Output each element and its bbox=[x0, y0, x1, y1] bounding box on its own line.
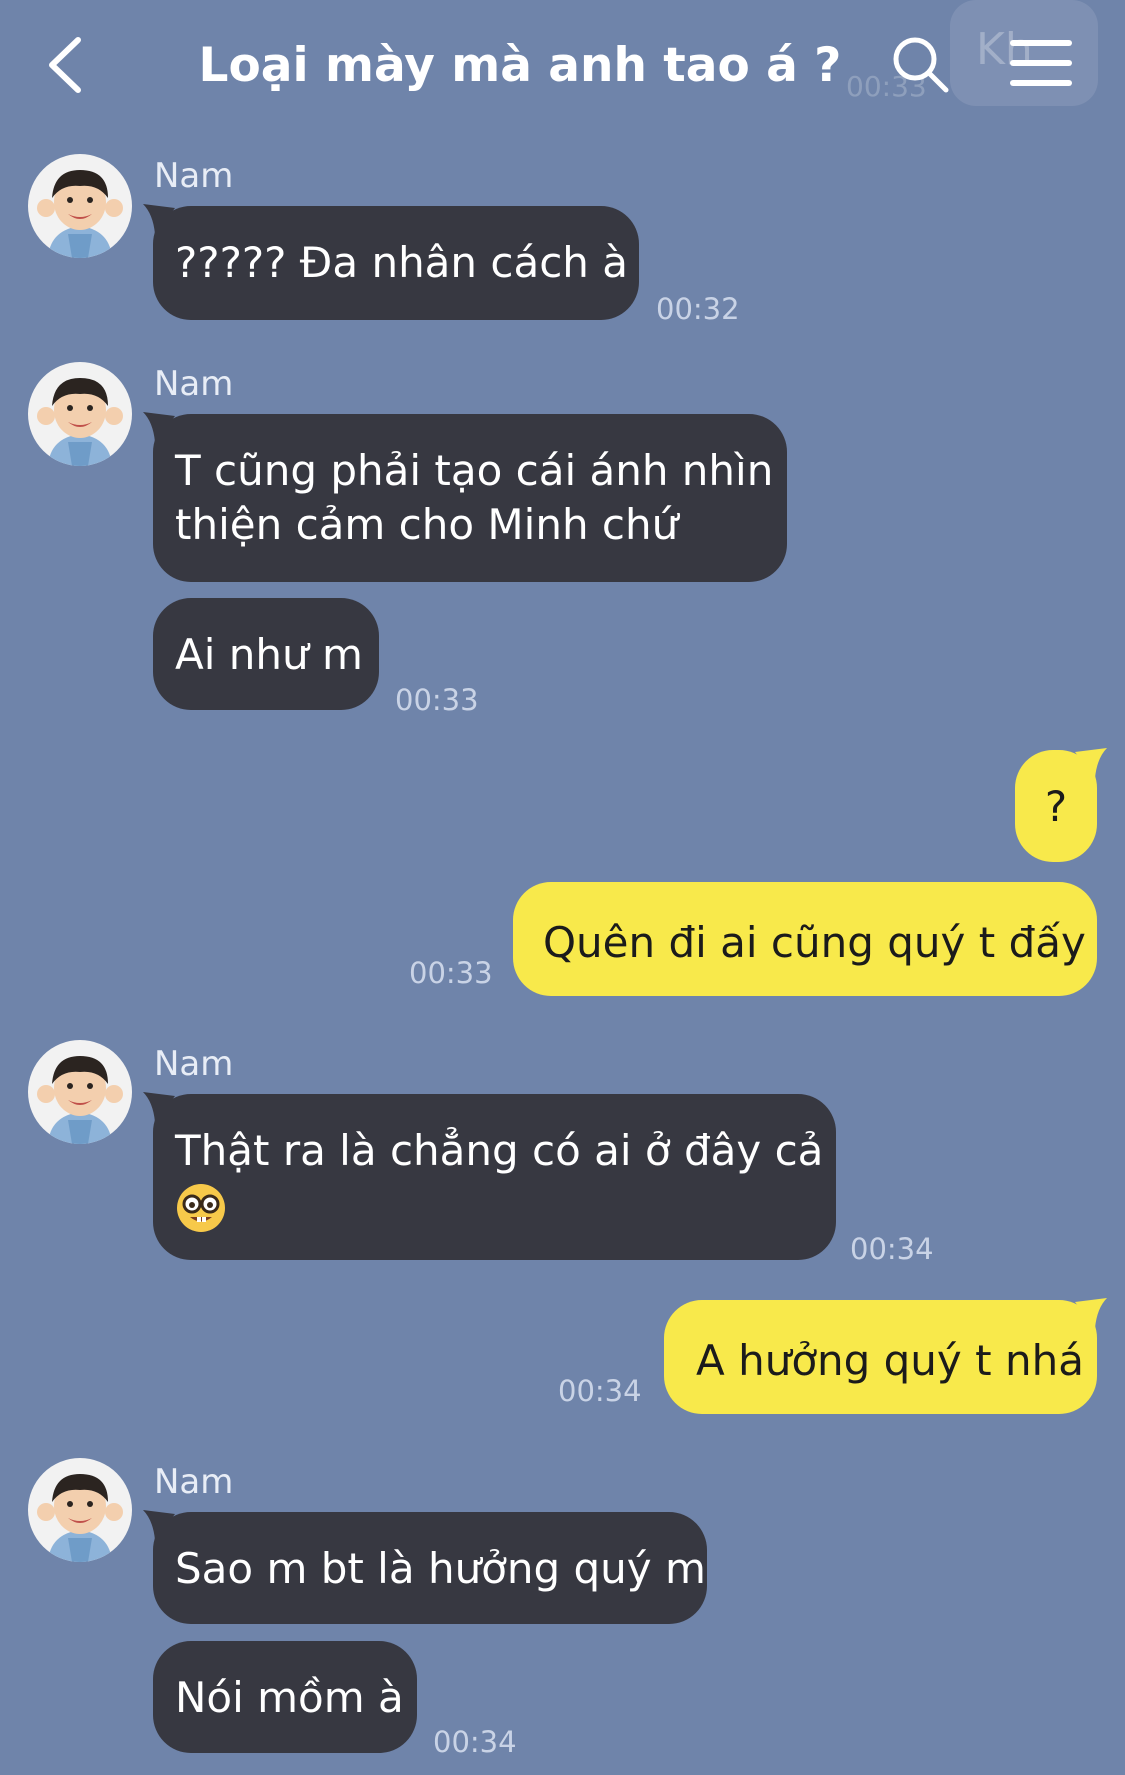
nerd-face-icon bbox=[177, 1183, 225, 1232]
avatar-image bbox=[28, 1458, 132, 1562]
incoming-message-bubble[interactable]: Thật ra là chẳng có ai ở đây cả bbox=[143, 1092, 836, 1260]
avatar-image bbox=[28, 1040, 132, 1144]
bubble-tail bbox=[143, 412, 175, 442]
message-time: 00:34 bbox=[558, 1374, 642, 1408]
chat-header: Loại mày mà anh tao á ? 00:33 Kh bbox=[0, 0, 1125, 130]
avatar[interactable] bbox=[28, 1040, 132, 1144]
message-time: 00:32 bbox=[656, 292, 740, 326]
outgoing-message-bubble[interactable]: Quên đi ai cũng quý t đấy bbox=[513, 882, 1097, 996]
message-text: ? bbox=[1044, 782, 1068, 831]
avatar[interactable] bbox=[28, 154, 132, 258]
bubble-tail bbox=[143, 204, 175, 234]
back-button[interactable] bbox=[38, 30, 98, 100]
message-time: 00:33 bbox=[409, 956, 493, 990]
bubble-tail bbox=[1075, 1298, 1107, 1328]
incoming-message-bubble[interactable]: Ai như m bbox=[153, 598, 379, 710]
search-button[interactable] bbox=[888, 32, 952, 96]
avatar[interactable] bbox=[28, 362, 132, 466]
message-text-line: T cũng phải tạo cái ánh nhìn bbox=[175, 446, 774, 495]
chat-title: Loại mày mà anh tao á ? bbox=[198, 38, 842, 93]
message-text-line: thiện cảm cho Minh chứ bbox=[175, 500, 679, 549]
message-time: 00:34 bbox=[433, 1725, 517, 1759]
message-text: ????? Đa nhân cách à bbox=[175, 238, 629, 287]
message-text-line: Thật ra là chẳng có ai ở đây cả bbox=[175, 1126, 824, 1175]
avatar-image bbox=[28, 362, 132, 466]
incoming-message-bubble[interactable]: ????? Đa nhân cách à bbox=[143, 204, 639, 320]
message-time: 00:34 bbox=[850, 1232, 934, 1266]
hamburger-menu-icon bbox=[1010, 40, 1072, 88]
sender-name: Nam bbox=[154, 1462, 234, 1502]
outgoing-message-bubble[interactable]: A hưởng quý t nhá bbox=[664, 1298, 1107, 1414]
search-icon bbox=[893, 37, 949, 93]
chevron-left-icon bbox=[49, 37, 81, 93]
message-text: Nói mồm à bbox=[175, 1673, 404, 1722]
sender-name: Nam bbox=[154, 364, 234, 404]
message-text: Sao m bt là hưởng quý m bbox=[175, 1544, 706, 1593]
outgoing-message-bubble[interactable]: ? bbox=[1015, 748, 1107, 862]
message-text: Quên đi ai cũng quý t đấy bbox=[543, 918, 1086, 967]
bubble-tail bbox=[1075, 748, 1107, 778]
message-text: A hưởng quý t nhá bbox=[696, 1336, 1084, 1385]
bubble-tail bbox=[143, 1092, 175, 1122]
incoming-message-bubble[interactable]: Nói mồm à bbox=[153, 1641, 417, 1753]
sender-name: Nam bbox=[154, 1044, 234, 1084]
incoming-message-bubble[interactable]: T cũng phải tạo cái ánh nhìn thiện cảm c… bbox=[143, 412, 787, 582]
avatar-image bbox=[28, 154, 132, 258]
avatar[interactable] bbox=[28, 1458, 132, 1562]
message-time: 00:33 bbox=[395, 683, 479, 717]
menu-button[interactable]: Kh bbox=[950, 0, 1098, 106]
message-text: Ai như m bbox=[175, 630, 363, 679]
incoming-message-bubble[interactable]: Sao m bt là hưởng quý m bbox=[143, 1510, 707, 1624]
bubble-tail bbox=[143, 1510, 175, 1540]
sender-name: Nam bbox=[154, 156, 234, 196]
